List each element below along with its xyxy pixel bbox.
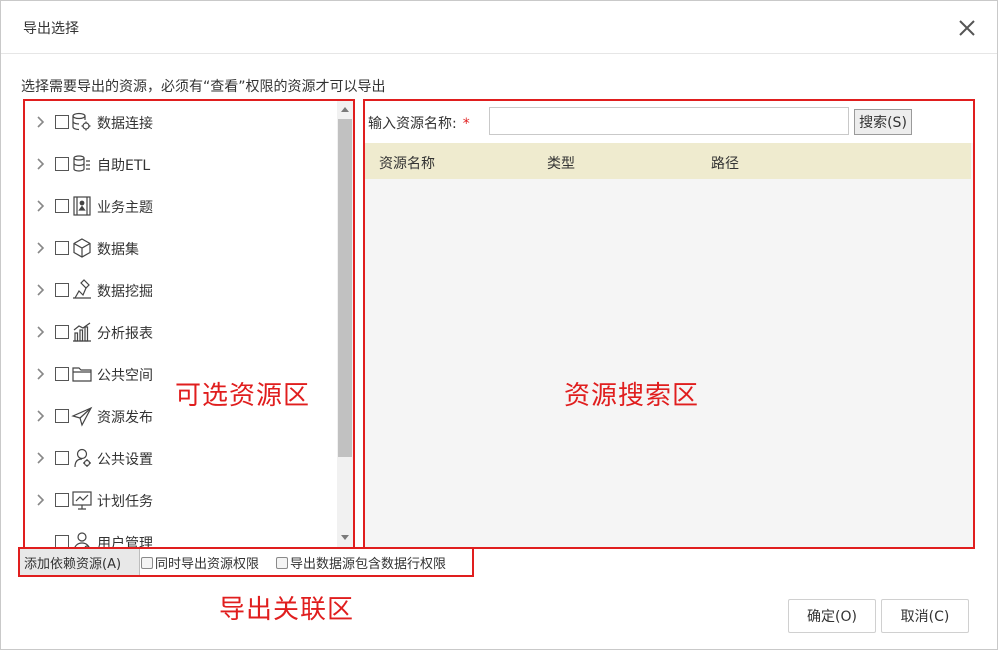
- tree-item-user-management[interactable]: 用户管理: [25, 527, 337, 547]
- tree-item-checkbox[interactable]: [55, 451, 69, 465]
- export-selection-dialog: 导出选择 选择需要导出的资源，必须有“查看”权限的资源才可以导出 数据连接 自助…: [0, 0, 998, 650]
- database-gear-icon: [71, 111, 93, 133]
- chevron-right-icon[interactable]: [35, 492, 47, 508]
- dialog-description: 选择需要导出的资源，必须有“查看”权限的资源才可以导出: [21, 79, 386, 95]
- resource-tree: 数据连接 自助ETL 业务主题 数据集 数据挖掘 分析报表 公共空间 资源发布 …: [25, 101, 337, 547]
- result-table-header: 资源名称 类型 路径: [365, 143, 971, 179]
- chevron-right-icon[interactable]: [35, 408, 47, 424]
- close-icon[interactable]: [955, 16, 979, 40]
- tree-item-public-settings[interactable]: 公共设置: [25, 443, 337, 473]
- tree-item-label: 自助ETL: [97, 158, 151, 174]
- tree-item-label: 用户管理: [97, 536, 153, 547]
- tree-item-dataset[interactable]: 数据集: [25, 233, 337, 263]
- export-row-permissions-label: 导出数据源包含数据行权限: [290, 557, 447, 572]
- schedule-icon: [71, 489, 93, 511]
- tree-item-checkbox[interactable]: [55, 283, 69, 297]
- etl-icon: [71, 153, 93, 175]
- required-mark: *: [462, 116, 470, 132]
- tree-item-checkbox[interactable]: [55, 115, 69, 129]
- export-permissions-option[interactable]: 同时导出资源权限: [141, 553, 259, 572]
- dialog-title: 导出选择: [23, 21, 79, 37]
- tree-item-label: 公共设置: [97, 452, 153, 468]
- bar-chart-icon: [71, 321, 93, 343]
- ok-button[interactable]: 确定(O): [788, 599, 876, 633]
- cube-icon: [71, 237, 93, 259]
- scroll-up-icon[interactable]: [341, 107, 349, 112]
- tree-item-checkbox[interactable]: [55, 157, 69, 171]
- chevron-right-icon[interactable]: [35, 324, 47, 340]
- settings-icon: [71, 447, 93, 469]
- export-permissions-label: 同时导出资源权限: [155, 557, 260, 572]
- selectable-zone-annotation: 可选资源区: [175, 381, 311, 411]
- paper-plane-icon: [71, 405, 93, 427]
- add-dependency-button[interactable]: 添加依赖资源(A): [20, 549, 140, 575]
- folder-icon: [71, 363, 93, 385]
- export-permissions-checkbox[interactable]: [141, 556, 153, 569]
- tree-item-checkbox[interactable]: [55, 367, 69, 381]
- tree-item-analysis-report[interactable]: 分析报表: [25, 317, 337, 347]
- tree-scrollbar[interactable]: [337, 101, 353, 547]
- resource-search-panel: 输入资源名称: * 搜索(S) 资源名称 类型 路径: [363, 99, 975, 549]
- tree-item-checkbox[interactable]: [55, 241, 69, 255]
- tree-item-checkbox[interactable]: [55, 325, 69, 339]
- search-button[interactable]: 搜索(S): [854, 109, 912, 135]
- column-header-resource-name[interactable]: 资源名称: [379, 153, 435, 173]
- business-theme-icon: [71, 195, 93, 217]
- tree-item-checkbox[interactable]: [55, 535, 69, 547]
- tree-item-label: 数据连接: [97, 116, 153, 132]
- user-icon: [71, 531, 93, 547]
- search-zone-annotation: 资源搜索区: [564, 381, 700, 411]
- tree-item-self-service-etl[interactable]: 自助ETL: [25, 149, 337, 179]
- tree-item-label: 数据挖掘: [97, 284, 153, 300]
- chevron-right-icon[interactable]: [35, 114, 47, 130]
- mining-icon: [71, 279, 93, 301]
- column-header-type[interactable]: 类型: [547, 153, 575, 173]
- chevron-right-icon[interactable]: [35, 156, 47, 172]
- chevron-right-icon[interactable]: [35, 198, 47, 214]
- selectable-resource-panel: 数据连接 自助ETL 业务主题 数据集 数据挖掘 分析报表 公共空间 资源发布 …: [23, 99, 355, 549]
- export-row-permissions-checkbox[interactable]: [276, 556, 288, 569]
- cancel-button[interactable]: 取消(C): [881, 599, 969, 633]
- tree-item-checkbox[interactable]: [55, 199, 69, 213]
- export-row-permissions-option[interactable]: 导出数据源包含数据行权限: [276, 553, 446, 572]
- tree-item-label: 业务主题: [97, 200, 153, 216]
- scroll-down-icon[interactable]: [341, 535, 349, 540]
- search-row: 输入资源名称: * 搜索(S): [365, 101, 973, 143]
- scrollbar-thumb[interactable]: [338, 119, 352, 457]
- tree-item-data-mining[interactable]: 数据挖掘: [25, 275, 337, 305]
- column-header-path[interactable]: 路径: [711, 153, 739, 173]
- tree-item-scheduled-task[interactable]: 计划任务: [25, 485, 337, 515]
- tree-item-label: 公共空间: [97, 368, 153, 384]
- resource-name-input[interactable]: [489, 107, 849, 135]
- tree-item-label: 计划任务: [97, 494, 153, 510]
- chevron-right-icon[interactable]: [35, 282, 47, 298]
- search-label: 输入资源名称: *: [368, 116, 470, 132]
- tree-item-label: 分析报表: [97, 326, 153, 342]
- chevron-right-icon[interactable]: [35, 450, 47, 466]
- chevron-right-icon[interactable]: [35, 366, 47, 382]
- dialog-titlebar: 导出选择: [1, 1, 997, 54]
- tree-item-checkbox[interactable]: [55, 409, 69, 423]
- export-related-panel: 添加依赖资源(A) 同时导出资源权限 导出数据源包含数据行权限: [18, 547, 474, 577]
- tree-item-business-theme[interactable]: 业务主题: [25, 191, 337, 221]
- tree-item-checkbox[interactable]: [55, 493, 69, 507]
- export-related-zone-annotation: 导出关联区: [219, 595, 355, 625]
- tree-item-label: 资源发布: [97, 410, 153, 426]
- chevron-right-icon[interactable]: [35, 240, 47, 256]
- tree-item-data-connection[interactable]: 数据连接: [25, 107, 337, 137]
- tree-item-label: 数据集: [97, 242, 139, 258]
